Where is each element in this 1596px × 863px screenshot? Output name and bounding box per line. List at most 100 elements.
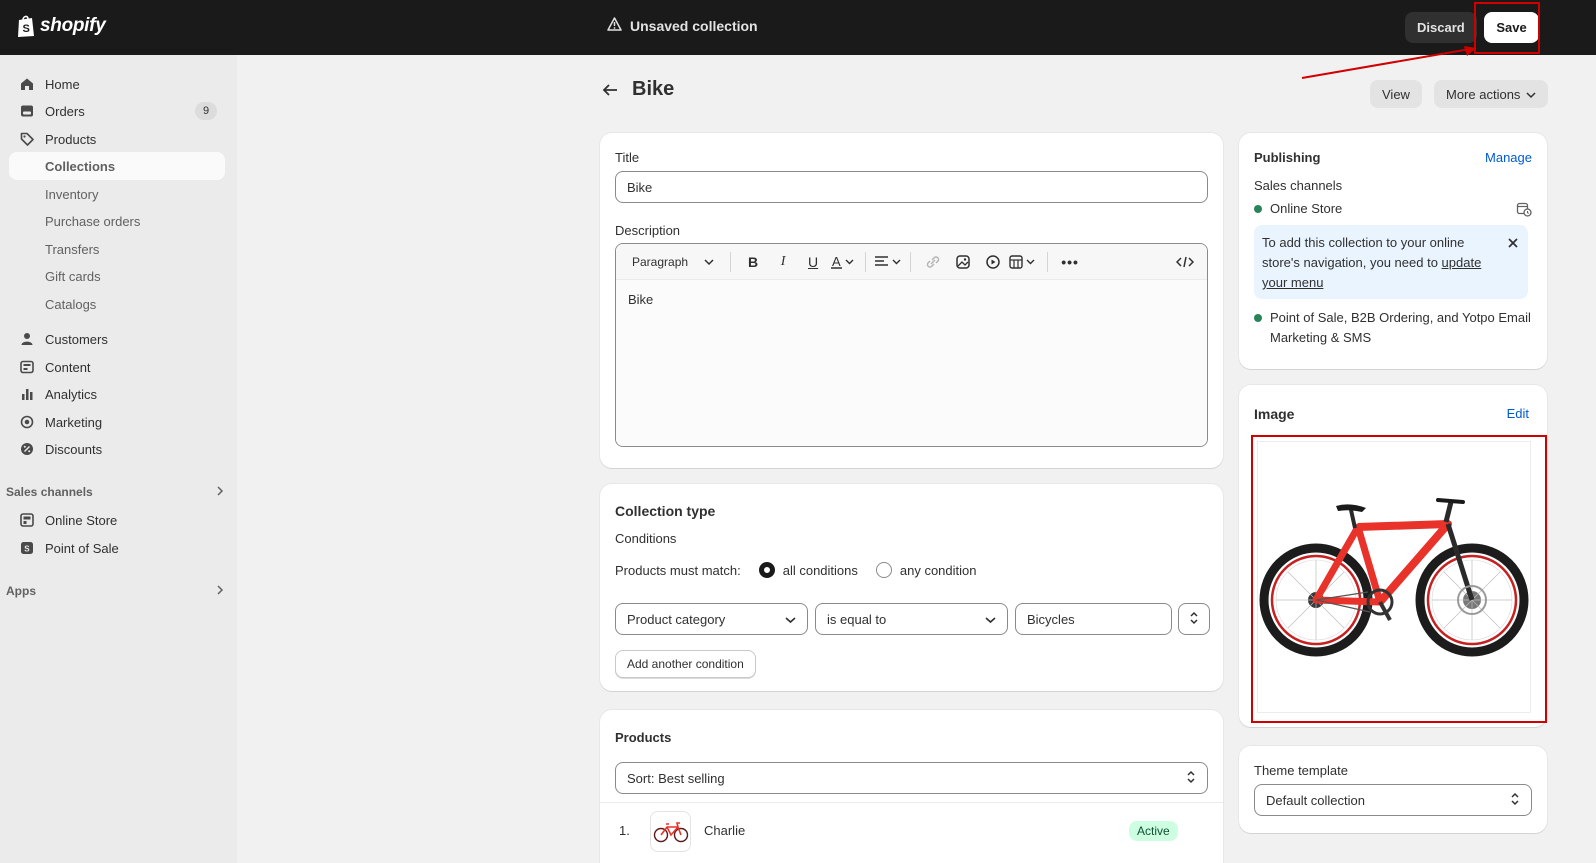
radio-unchecked-icon [875,562,892,578]
status-dot-icon [1254,204,1262,213]
sidebar-item-content[interactable]: Content [9,353,225,381]
sidebar-item-label: Gift cards [45,268,101,284]
theme-template-select[interactable]: Default collection [1254,784,1532,816]
back-arrow-icon[interactable] [600,80,620,100]
publishing-heading: Publishing [1254,150,1321,165]
condition-field-value: Product category [627,611,726,627]
condition-operator-value: is equal to [827,611,887,627]
all-conditions-radio[interactable]: all conditions [758,562,858,578]
image-heading: Image [1254,406,1295,422]
code-view-icon[interactable] [1171,248,1199,276]
sidebar-item-gift-cards[interactable]: Gift cards [9,262,225,290]
condition-value-input[interactable]: Bicycles [1015,603,1172,635]
condition-value-stepper[interactable] [1178,603,1210,635]
unsaved-status-text: Unsaved collection [630,17,758,34]
sidebar-item-inventory[interactable]: Inventory [9,180,225,208]
page-header: Bike [600,78,674,101]
product-name[interactable]: Charlie [704,823,745,838]
underline-icon[interactable]: U [799,248,827,276]
manage-link[interactable]: Manage [1485,150,1532,165]
sidebar-item-label: Products [45,131,97,147]
unsaved-status: Unsaved collection [607,17,758,34]
description-editor: Paragraph B I U A ••• Bike [615,243,1208,447]
status-dot-icon [1254,314,1262,322]
shopify-logo[interactable]: S shopify [16,14,106,38]
any-condition-radio[interactable]: any condition [875,562,977,578]
sidebar-item-customers[interactable]: Customers [9,325,225,353]
chevron-down-icon [985,612,996,627]
brand-name: shopify [40,15,106,36]
select-arrows-icon [1189,611,1199,628]
conditions-label: Conditions [615,531,677,546]
view-button[interactable]: View [1370,80,1422,108]
paragraph-label: Paragraph [632,254,689,269]
online-store-channel: Online Store [1254,201,1342,216]
sidebar-item-products[interactable]: Products [9,125,225,153]
sidebar-item-collections[interactable]: Collections [9,152,225,180]
close-icon[interactable] [1508,234,1518,254]
sidebar-item-point-of-sale[interactable]: S Point of Sale [9,534,225,562]
description-text: Bike [628,292,654,307]
sort-value: Sort: Best selling [627,770,725,786]
sidebar-item-label: Marketing [45,414,103,430]
sidebar-item-label: Analytics [45,386,98,402]
sidebar-item-label: Point of Sale [45,540,119,556]
person-icon [19,331,35,347]
editor-toolbar: Paragraph B I U A ••• [616,244,1207,280]
collection-image[interactable] [1257,441,1531,713]
title-input[interactable]: Bike [615,171,1208,203]
product-index: 1. [619,823,630,838]
image-icon[interactable] [949,248,977,276]
top-bar: S shopify Unsaved collection Discard Sav… [0,0,1596,55]
bar-chart-icon [19,386,35,402]
target-icon [19,414,35,430]
text-color-icon[interactable]: A [829,248,857,276]
more-options-icon[interactable]: ••• [1056,248,1084,276]
sidebar-item-catalogs[interactable]: Catalogs [9,290,225,318]
sidebar-item-discounts[interactable]: Discounts [9,435,225,463]
sidebar-item-orders[interactable]: Orders 9 [9,97,225,125]
bicycle-image [1259,498,1529,657]
toolbar-divider [730,251,732,272]
add-condition-button[interactable]: Add another condition [615,650,756,678]
condition-field-select[interactable]: Product category [615,603,808,635]
chevron-down-icon [785,612,796,627]
chevron-down-icon [1526,87,1536,102]
bold-icon[interactable]: B [739,248,767,276]
sidebar-item-purchase-orders[interactable]: Purchase orders [9,207,225,235]
apps-label: Apps [6,584,36,598]
condition-value-text: Bicycles [1027,611,1075,627]
svg-text:A: A [832,255,841,269]
sidebar-item-home[interactable]: Home [9,70,225,98]
chevron-right-icon [216,485,224,499]
italic-icon[interactable]: I [769,248,797,276]
sidebar-item-transfers[interactable]: Transfers [9,235,225,263]
save-highlight-box [1474,2,1540,54]
sidebar-item-marketing[interactable]: Marketing [9,408,225,436]
sales-channels-section[interactable]: Sales channels [6,482,224,502]
navigation-info-banner: To add this collection to your online st… [1254,225,1528,299]
align-icon[interactable] [874,248,902,276]
description-text-area[interactable]: Bike [616,280,1207,446]
link-icon[interactable] [919,248,947,276]
sidebar-item-online-store[interactable]: Online Store [9,506,225,534]
more-actions-button[interactable]: More actions [1434,80,1549,108]
tag-icon [19,131,35,147]
condition-operator-select[interactable]: is equal to [815,603,1008,635]
sidebar-item-label: Customers [45,331,108,347]
sort-select[interactable]: Sort: Best selling [615,762,1208,794]
sidebar-item-label: Inventory [45,186,99,202]
sidebar-item-analytics[interactable]: Analytics [9,380,225,408]
collection-type-card: Collection type Conditions Products must… [600,484,1223,691]
page-title: Bike [632,78,675,100]
discard-button[interactable]: Discard [1405,12,1477,43]
schedule-icon[interactable] [1516,201,1532,220]
paragraph-format-select[interactable]: Paragraph [624,248,722,276]
table-row[interactable]: 1. Charlie Active [600,803,1223,860]
title-description-card: Title Bike Description Paragraph B I U A… [600,133,1223,468]
apps-section[interactable]: Apps [6,581,224,601]
video-icon[interactable] [979,248,1007,276]
sales-channels-label: Sales channels [6,485,93,499]
edit-image-link[interactable]: Edit [1507,406,1529,421]
table-icon[interactable] [1009,248,1039,276]
